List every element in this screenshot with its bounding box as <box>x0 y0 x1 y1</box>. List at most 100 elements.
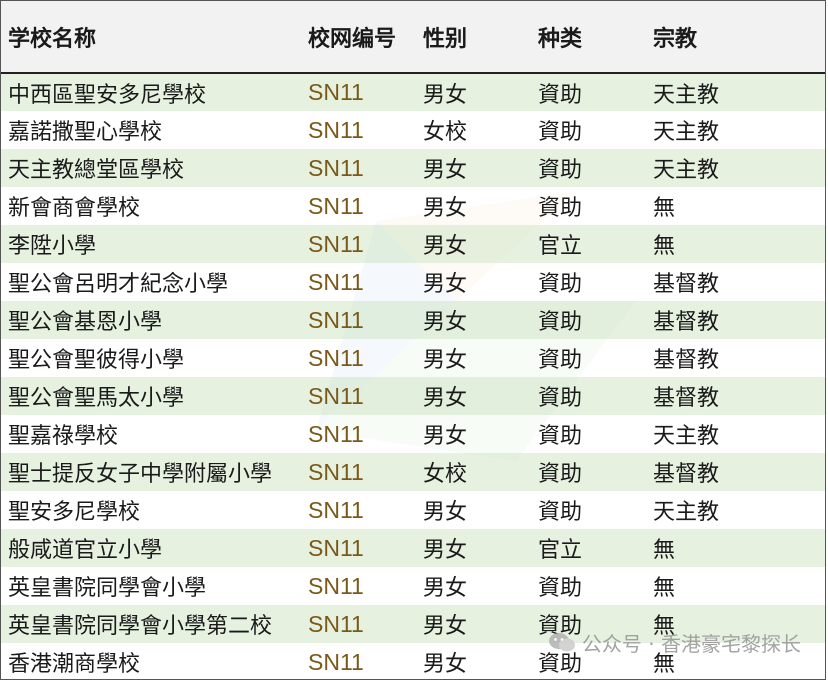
cell-gender: 男女 <box>423 82 468 108</box>
cell-gender: 男女 <box>423 652 468 677</box>
table-row: 聖嘉祿學校 SN11 男女 資助 天主教 <box>1 415 825 453</box>
cell-gender: 女校 <box>423 462 468 487</box>
table-row: 英皇書院同學會小學 SN11 男女 資助 無 <box>1 567 825 605</box>
cell-type: 官立 <box>538 234 583 259</box>
cell-religion: 基督教 <box>653 348 720 373</box>
cell-type: 官立 <box>538 538 583 563</box>
cell-school-name: 香港潮商學校 <box>8 652 141 677</box>
cell-religion: 基督教 <box>653 272 720 297</box>
cell-school-name: 聖公會聖彼得小學 <box>8 348 185 373</box>
cell-gender: 男女 <box>423 196 468 221</box>
cell-network-code: SN11 <box>308 496 364 523</box>
cell-school-name: 聖公會基恩小學 <box>8 310 163 335</box>
cell-type: 資助 <box>538 424 583 449</box>
cell-school-name: 新會商會學校 <box>8 196 141 221</box>
watermark: 公众号 · 香港豪宅黎探长 <box>548 628 801 657</box>
cell-school-name: 聖安多尼學校 <box>8 500 141 525</box>
cell-school-name: 聖公會聖馬太小學 <box>8 386 185 411</box>
cell-religion: 天主教 <box>653 424 720 449</box>
header-school-name: 学校名称 <box>8 26 97 52</box>
table-row: 聖公會呂明才紀念小學 SN11 男女 資助 基督教 <box>1 263 825 301</box>
cell-network-code: SN11 <box>308 268 364 295</box>
header-gender: 性别 <box>423 26 468 52</box>
cell-type: 資助 <box>538 196 583 221</box>
table-row: 聖公會聖彼得小學 SN11 男女 資助 基督教 <box>1 339 825 377</box>
cell-gender: 男女 <box>423 576 468 601</box>
cell-type: 資助 <box>538 576 583 601</box>
cell-type: 資助 <box>538 82 583 108</box>
school-table: 学校名称 校网编号 性别 种类 宗教 中西區聖安多尼學校 SN11 男女 資助 天主教嘉… <box>1 1 825 679</box>
table-row: 中西區聖安多尼學校 SN11 男女 資助 天主教 <box>1 73 825 111</box>
cell-type: 資助 <box>538 500 583 525</box>
cell-school-name: 英皇書院同學會小學 <box>8 576 207 601</box>
cell-gender: 男女 <box>423 310 468 335</box>
cell-school-name: 英皇書院同學會小學第二校 <box>8 614 273 639</box>
cell-religion: 無 <box>653 234 676 259</box>
cell-network-code: SN11 <box>308 382 364 409</box>
cell-school-name: 聖士提反女子中學附屬小學 <box>8 462 273 487</box>
cell-school-name: 中西區聖安多尼學校 <box>8 82 207 108</box>
cell-religion: 天主教 <box>653 120 720 145</box>
table-row: 聖公會聖馬太小學 SN11 男女 資助 基督教 <box>1 377 825 415</box>
cell-religion: 無 <box>653 196 676 221</box>
table-row: 聖安多尼學校 SN11 男女 資助 天主教 <box>1 491 825 529</box>
cell-gender: 女校 <box>423 120 468 145</box>
cell-network-code: SN11 <box>308 534 364 561</box>
cell-school-name: 嘉諾撒聖心學校 <box>8 120 163 145</box>
cell-network-code: SN11 <box>308 344 364 371</box>
cell-school-name: 天主教總堂區學校 <box>8 158 185 183</box>
cell-gender: 男女 <box>423 234 468 259</box>
cell-religion: 基督教 <box>653 386 720 411</box>
cell-school-name: 聖嘉祿學校 <box>8 424 119 449</box>
cell-gender: 男女 <box>423 158 468 183</box>
cell-network-code: SN11 <box>308 79 364 105</box>
cell-type: 資助 <box>538 272 583 297</box>
table-row: 聖公會基恩小學 SN11 男女 資助 基督教 <box>1 301 825 339</box>
cell-gender: 男女 <box>423 424 468 449</box>
cell-religion: 天主教 <box>653 500 720 525</box>
table-row: 般咸道官立小學 SN11 男女 官立 無 <box>1 529 825 567</box>
table-row: 李陞小學 SN11 男女 官立 無 <box>1 225 825 263</box>
table-row: 嘉諾撒聖心學校 SN11 女校 資助 天主教 <box>1 111 825 149</box>
wechat-icon <box>548 632 575 651</box>
table-header-row: 学校名称 校网编号 性别 种类 宗教 <box>1 1 825 73</box>
cell-gender: 男女 <box>423 500 468 525</box>
cell-network-code: SN11 <box>308 648 364 675</box>
cell-network-code: SN11 <box>308 192 364 219</box>
cell-network-code: SN11 <box>308 420 364 447</box>
header-network-code: 校网编号 <box>308 26 397 52</box>
cell-type: 資助 <box>538 158 583 183</box>
cell-religion: 無 <box>653 538 676 563</box>
cell-type: 資助 <box>538 386 583 411</box>
cell-network-code: SN11 <box>308 306 364 333</box>
cell-religion: 天主教 <box>653 82 720 108</box>
cell-religion: 基督教 <box>653 462 720 487</box>
cell-school-name: 聖公會呂明才紀念小學 <box>8 272 229 297</box>
cell-type: 資助 <box>538 310 583 335</box>
cell-type: 資助 <box>538 120 583 145</box>
cell-religion: 天主教 <box>653 158 720 183</box>
cell-network-code: SN11 <box>308 154 364 181</box>
cell-type: 資助 <box>538 348 583 373</box>
cell-network-code: SN11 <box>308 572 364 599</box>
cell-school-name: 般咸道官立小學 <box>8 538 163 563</box>
cell-religion: 基督教 <box>653 310 720 335</box>
cell-type: 資助 <box>538 462 583 487</box>
cell-gender: 男女 <box>423 614 468 639</box>
cell-school-name: 李陞小學 <box>8 234 97 259</box>
cell-network-code: SN11 <box>308 230 364 257</box>
table-row: 新會商會學校 SN11 男女 資助 無 <box>1 187 825 225</box>
cell-gender: 男女 <box>423 348 468 373</box>
cell-network-code: SN11 <box>308 610 364 637</box>
table-row: 聖士提反女子中學附屬小學 SN11 女校 資助 基督教 <box>1 453 825 491</box>
header-religion: 宗教 <box>653 26 698 52</box>
cell-gender: 男女 <box>423 538 468 563</box>
school-table-frame: 学校名称 校网编号 性别 种类 宗教 中西區聖安多尼學校 SN11 男女 資助 天主教嘉… <box>0 0 826 680</box>
cell-gender: 男女 <box>423 386 468 411</box>
cell-gender: 男女 <box>423 272 468 297</box>
cell-network-code: SN11 <box>308 458 364 485</box>
cell-network-code: SN11 <box>308 116 364 143</box>
header-type: 种类 <box>538 26 583 52</box>
table-row: 天主教總堂區學校 SN11 男女 資助 天主教 <box>1 149 825 187</box>
watermark-text: 公众号 · 香港豪宅黎探长 <box>581 632 801 656</box>
